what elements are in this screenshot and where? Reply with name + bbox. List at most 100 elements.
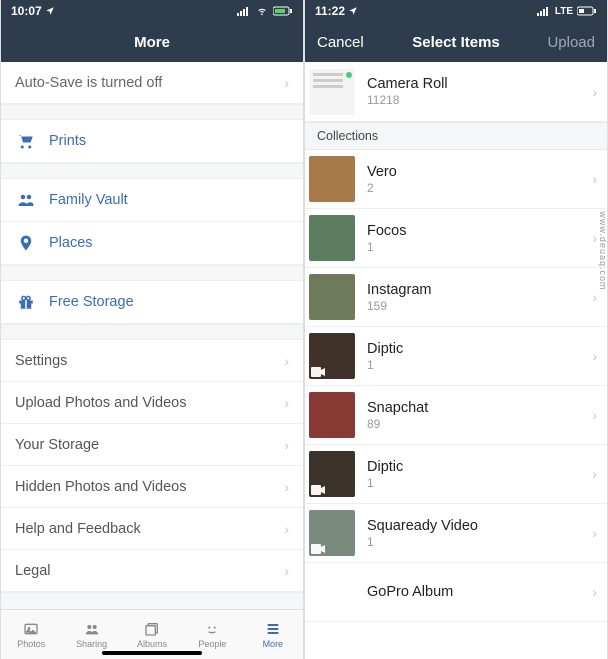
chevron-right-icon: ›	[592, 348, 597, 364]
status-bar: 10:07	[1, 0, 303, 22]
album-row[interactable]: Diptic1 ›	[305, 327, 607, 386]
album-title: Vero	[367, 164, 592, 180]
section-gap	[1, 592, 303, 609]
chevron-right-icon: ›	[592, 289, 597, 305]
nav-bar: Cancel Select Items Upload	[305, 22, 607, 62]
album-title: Diptic	[367, 341, 592, 357]
album-title: GoPro Album	[367, 584, 592, 600]
album-count: 11218	[367, 93, 592, 107]
nav-title: More	[134, 34, 170, 51]
album-thumbnail	[309, 510, 355, 556]
row-label: Your Storage	[15, 437, 284, 453]
album-thumbnail	[309, 392, 355, 438]
tab-photos[interactable]: Photos	[1, 610, 61, 659]
album-title: Snapchat	[367, 400, 592, 416]
album-thumbnail	[309, 451, 355, 497]
camera-roll-row[interactable]: Camera Roll 11218 ›	[305, 62, 607, 122]
nav-title: Select Items	[412, 34, 500, 51]
chevron-right-icon: ›	[284, 353, 289, 369]
status-time: 11:22	[315, 4, 345, 18]
upload-button[interactable]: Upload	[547, 34, 595, 51]
row-label: Legal	[15, 563, 284, 579]
album-row[interactable]: Diptic1 ›	[305, 445, 607, 504]
sharing-icon	[82, 621, 102, 637]
chevron-right-icon: ›	[592, 584, 597, 600]
photos-icon	[21, 621, 41, 637]
free-storage-label: Free Storage	[49, 294, 289, 310]
people-icon	[202, 621, 222, 637]
settings-list-row[interactable]: Upload Photos and Videos›	[1, 382, 303, 424]
album-thumbnail	[309, 69, 355, 115]
tab-more[interactable]: More	[243, 610, 303, 659]
album-thumbnail	[309, 156, 355, 202]
tab-label: Sharing	[76, 639, 107, 649]
gift-icon	[15, 293, 37, 311]
settings-list-row[interactable]: Your Storage›	[1, 424, 303, 466]
collections-header: Collections	[305, 122, 607, 150]
album-count: 159	[367, 299, 592, 313]
chevron-right-icon: ›	[592, 230, 597, 246]
album-title: Camera Roll	[367, 76, 592, 92]
chevron-right-icon: ›	[284, 437, 289, 453]
chevron-right-icon: ›	[284, 75, 289, 91]
places-label: Places	[49, 235, 289, 251]
album-count: 1	[367, 476, 592, 490]
album-count: 2	[367, 181, 592, 195]
album-row[interactable]: Instagram159 ›	[305, 268, 607, 327]
watermark: www.deuaq.com	[598, 211, 608, 290]
right-screen: 11:22 LTE Cancel Select Items Upload Cam…	[304, 0, 608, 659]
people-icon	[15, 191, 37, 209]
wifi-icon	[255, 6, 269, 16]
signal-icon	[537, 6, 551, 16]
row-label: Upload Photos and Videos	[15, 395, 284, 411]
settings-list-row[interactable]: Hidden Photos and Videos›	[1, 466, 303, 508]
pin-icon	[15, 234, 37, 252]
free-storage-row[interactable]: Free Storage	[1, 281, 303, 324]
status-time: 10:07	[11, 4, 42, 18]
select-content: Camera Roll 11218 › Collections Vero2 › …	[305, 62, 607, 659]
album-title: Instagram	[367, 282, 592, 298]
location-arrow-icon	[348, 6, 358, 16]
album-title: Focos	[367, 223, 592, 239]
chevron-right-icon: ›	[284, 395, 289, 411]
cancel-button[interactable]: Cancel	[317, 34, 364, 51]
video-icon	[311, 485, 325, 495]
chevron-right-icon: ›	[592, 466, 597, 482]
album-thumbnail	[309, 215, 355, 261]
battery-icon	[577, 6, 597, 16]
chevron-right-icon: ›	[592, 525, 597, 541]
album-thumbnail	[309, 569, 355, 615]
tab-label: More	[263, 639, 284, 649]
album-title: Squaready Video	[367, 518, 592, 534]
autosave-row[interactable]: Auto-Save is turned off ›	[1, 62, 303, 104]
family-vault-label: Family Vault	[49, 192, 289, 208]
prints-row[interactable]: Prints	[1, 120, 303, 163]
carrier-label: LTE	[555, 6, 573, 17]
settings-list-row[interactable]: Settings›	[1, 340, 303, 382]
cart-icon	[15, 132, 37, 150]
settings-list-row[interactable]: Legal›	[1, 550, 303, 592]
album-row[interactable]: Vero2 ›	[305, 150, 607, 209]
section-gap	[1, 163, 303, 179]
settings-list-row[interactable]: Help and Feedback›	[1, 508, 303, 550]
video-icon	[311, 367, 325, 377]
places-row[interactable]: Places	[1, 222, 303, 265]
chevron-right-icon: ›	[592, 171, 597, 187]
nav-bar: More	[1, 22, 303, 62]
prints-label: Prints	[49, 133, 289, 149]
video-icon	[311, 544, 325, 554]
album-count: 1	[367, 535, 592, 549]
album-row[interactable]: Focos1 ›	[305, 209, 607, 268]
section-gap	[1, 324, 303, 340]
album-row[interactable]: Snapchat89 ›	[305, 386, 607, 445]
battery-icon	[273, 6, 293, 16]
album-row[interactable]: GoPro Album ›	[305, 563, 607, 622]
tab-label: People	[198, 639, 226, 649]
albums-icon	[142, 621, 162, 637]
autosave-label: Auto-Save is turned off	[15, 75, 284, 91]
more-icon	[263, 621, 283, 637]
family-vault-row[interactable]: Family Vault	[1, 179, 303, 222]
chevron-right-icon: ›	[592, 84, 597, 100]
more-content: Auto-Save is turned off › Prints Family …	[1, 62, 303, 609]
album-row[interactable]: Squaready Video1 ›	[305, 504, 607, 563]
